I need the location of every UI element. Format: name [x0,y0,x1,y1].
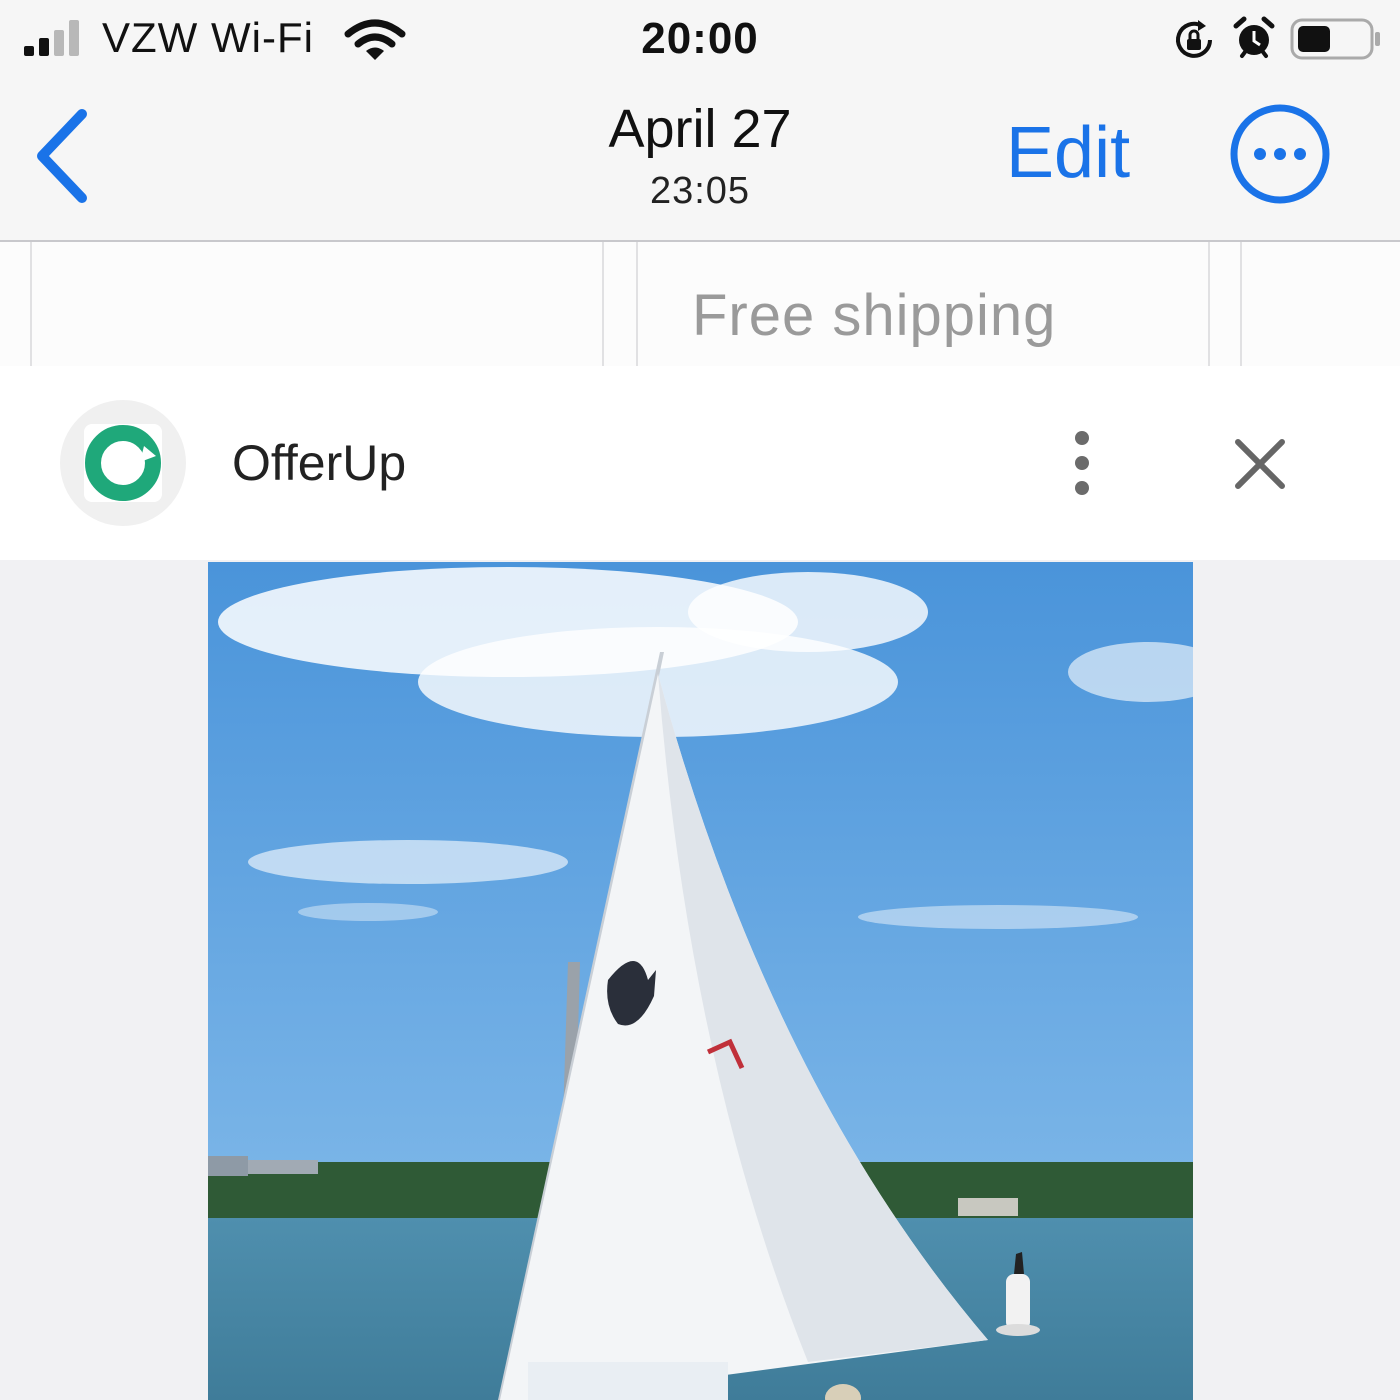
card-divider [30,242,32,366]
page-title: April 27 [608,99,792,159]
app-name: OfferUp [232,435,407,491]
close-icon[interactable] [1228,432,1292,496]
more-circle-icon[interactable] [1228,102,1332,206]
page-subtitle: 23:05 [649,170,751,212]
battery-icon [1290,18,1380,60]
card-divider [636,242,638,366]
card-divider [1240,242,1242,366]
offerup-logo-icon[interactable] [60,400,186,526]
web-content-strip: Free shipping [0,242,1400,366]
rotation-lock-icon [1176,20,1212,58]
kebab-menu-icon[interactable] [1060,430,1104,496]
navigation-bar: April 27 23:05 Edit [0,78,1400,242]
sailboat-photo[interactable] [208,562,1193,1400]
card-divider [602,242,604,366]
card-divider [1208,242,1210,366]
free-shipping-label: Free shipping [692,283,1057,348]
status-bar: VZW Wi-Fi 20:00 [0,0,1400,78]
edit-button[interactable]: Edit [1006,112,1130,194]
alarm-icon [1233,16,1275,58]
app-banner[interactable]: OfferUp [0,366,1400,560]
